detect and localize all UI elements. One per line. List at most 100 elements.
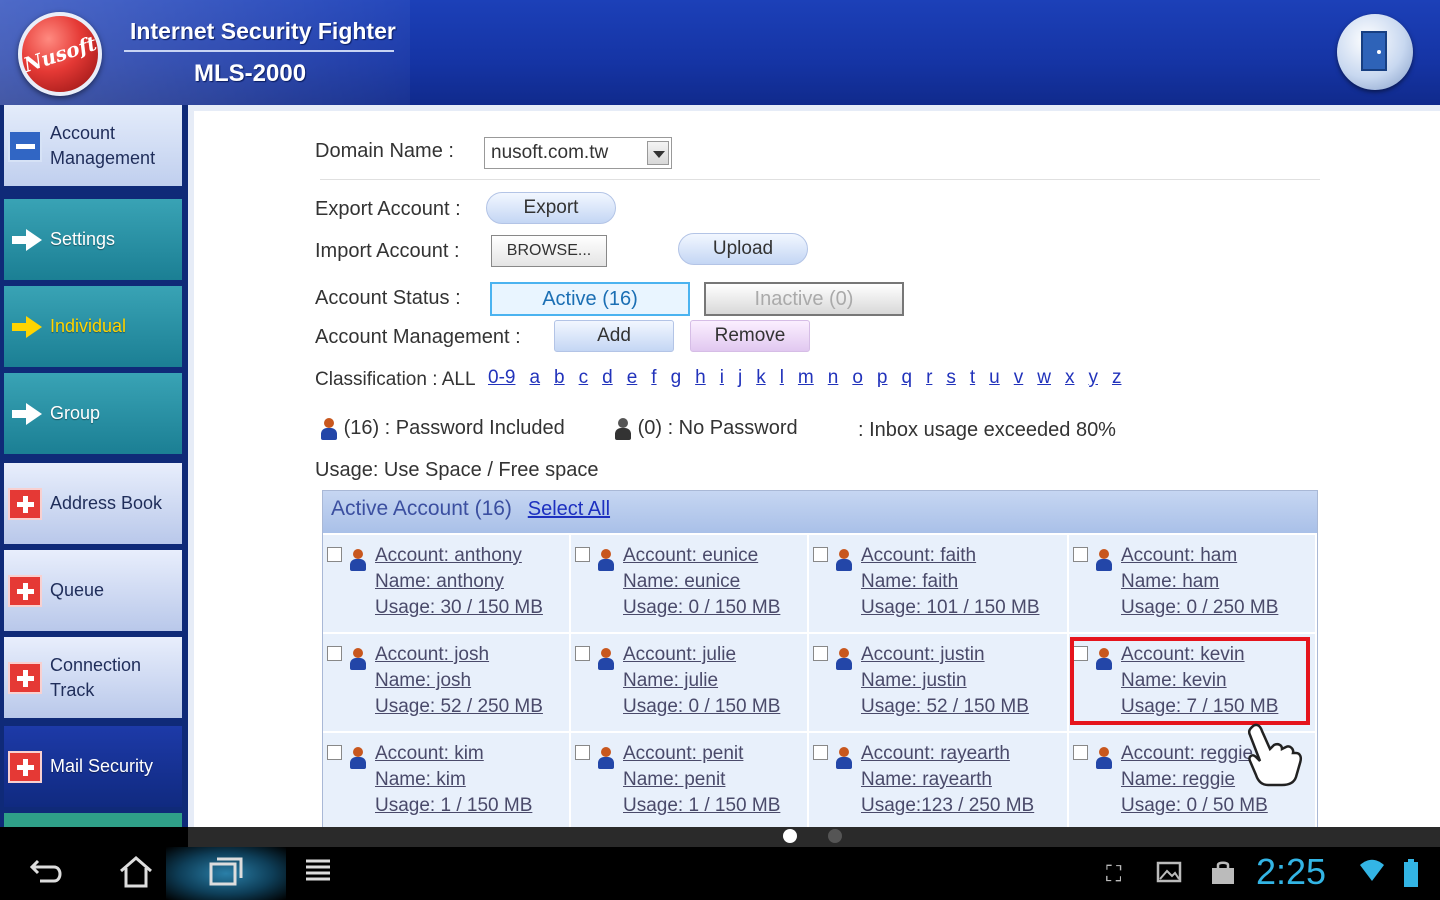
usage-link[interactable]: Usage: 0 / 150 MB bbox=[623, 595, 803, 621]
name-link[interactable]: Name: ham bbox=[1121, 569, 1311, 595]
export-button[interactable]: Export bbox=[486, 192, 616, 224]
usage-link[interactable]: Usage: 0 / 50 MB bbox=[1121, 793, 1311, 819]
letter-link[interactable]: h bbox=[695, 367, 706, 388]
usage-link[interactable]: Usage: 1 / 150 MB bbox=[375, 793, 565, 819]
account-checkbox[interactable] bbox=[813, 745, 828, 760]
usage-link[interactable]: Usage:123 / 250 MB bbox=[861, 793, 1063, 819]
screenshot-icon[interactable]: ⛶ bbox=[1106, 861, 1121, 887]
usage-link[interactable]: Usage: 1 / 150 MB bbox=[623, 793, 803, 819]
letter-link[interactable]: c bbox=[579, 367, 589, 388]
upload-button[interactable]: Upload bbox=[678, 233, 808, 265]
letter-link[interactable]: m bbox=[798, 367, 814, 388]
letter-link[interactable]: g bbox=[671, 367, 682, 388]
sidebar-item-address-book[interactable]: Address Book bbox=[4, 463, 182, 547]
usage-link[interactable]: Usage: 52 / 250 MB bbox=[375, 694, 565, 720]
name-link[interactable]: Name: josh bbox=[375, 668, 565, 694]
account-link[interactable]: Account: julie bbox=[623, 642, 803, 668]
recents-icon[interactable] bbox=[204, 855, 248, 893]
letter-link[interactable]: z bbox=[1112, 367, 1122, 388]
letter-link[interactable]: l bbox=[780, 367, 784, 388]
letter-link[interactable]: n bbox=[828, 367, 839, 388]
home-icon[interactable] bbox=[114, 855, 158, 893]
name-link[interactable]: Name: penit bbox=[623, 767, 803, 793]
letter-link[interactable]: y bbox=[1088, 367, 1098, 388]
account-cell[interactable]: Account: julie Name: julie Usage: 0 / 150 … bbox=[571, 632, 809, 731]
usage-link[interactable]: Usage: 0 / 250 MB bbox=[1121, 595, 1311, 621]
account-cell[interactable]: Account: kim Name: kim Usage: 1 / 150 MB bbox=[323, 731, 571, 827]
account-cell[interactable]: Account: josh Name: josh Usage: 52 / 250 M… bbox=[323, 632, 571, 731]
account-link[interactable]: Account: ham bbox=[1121, 543, 1311, 569]
letter-link[interactable]: a bbox=[529, 367, 540, 388]
account-cell[interactable]: Account: faith Name: faith Usage: 101 / 15… bbox=[809, 533, 1069, 632]
account-checkbox[interactable] bbox=[327, 547, 342, 562]
account-cell[interactable]: Account: eunice Name: eunice Usage: 0 / 15… bbox=[571, 533, 809, 632]
account-link[interactable]: Account: eunice bbox=[623, 543, 803, 569]
sidebar-item-individual[interactable]: Individual bbox=[4, 286, 182, 370]
account-cell[interactable]: Account: anthony Name: anthony Usage: 30 /… bbox=[323, 533, 571, 632]
account-cell[interactable]: Account: rayearth Name: rayearth Usage:123… bbox=[809, 731, 1069, 827]
account-checkbox[interactable] bbox=[575, 547, 590, 562]
name-link[interactable]: Name: eunice bbox=[623, 569, 803, 595]
account-checkbox[interactable] bbox=[813, 646, 828, 661]
account-cell[interactable]: Account: penit Name: penit Usage: 1 / 150 … bbox=[571, 731, 809, 827]
menu-icon[interactable] bbox=[298, 855, 338, 893]
sidebar-item-queue[interactable]: Queue bbox=[4, 550, 182, 634]
account-link[interactable]: Account: justin bbox=[861, 642, 1063, 668]
letter-link[interactable]: 0-9 bbox=[488, 367, 515, 388]
account-link[interactable]: Account: josh bbox=[375, 642, 565, 668]
account-link[interactable]: Account: anthony bbox=[375, 543, 565, 569]
account-checkbox[interactable] bbox=[575, 646, 590, 661]
account-checkbox[interactable] bbox=[1073, 547, 1088, 562]
name-link[interactable]: Name: kim bbox=[375, 767, 565, 793]
back-icon[interactable] bbox=[26, 855, 70, 893]
sidebar-item-group[interactable]: Group bbox=[4, 373, 182, 457]
status-active-button[interactable]: Active (16) bbox=[490, 282, 690, 316]
letter-link[interactable]: e bbox=[627, 367, 638, 388]
letter-link[interactable]: j bbox=[738, 367, 742, 388]
name-link[interactable]: Name: rayearth bbox=[861, 767, 1063, 793]
usage-link[interactable]: Usage: 52 / 150 MB bbox=[861, 694, 1063, 720]
account-link[interactable]: Account: faith bbox=[861, 543, 1063, 569]
account-cell[interactable]: Account: justin Name: justin Usage: 52 / 1… bbox=[809, 632, 1069, 731]
letter-link[interactable]: k bbox=[756, 367, 766, 388]
sidebar-item-connection-track[interactable]: Connection Track bbox=[4, 637, 182, 721]
account-cell[interactable]: Account: ham Name: ham Usage: 0 / 250 MB bbox=[1069, 533, 1317, 632]
page-dot-active[interactable] bbox=[783, 829, 797, 843]
page-dot[interactable] bbox=[828, 829, 842, 843]
usage-link[interactable]: Usage: 30 / 150 MB bbox=[375, 595, 565, 621]
account-link[interactable]: Account: penit bbox=[623, 741, 803, 767]
logout-button[interactable] bbox=[1337, 14, 1413, 90]
letter-link[interactable]: q bbox=[901, 367, 912, 388]
letter-link[interactable]: p bbox=[877, 367, 888, 388]
usage-link[interactable]: Usage: 0 / 150 MB bbox=[623, 694, 803, 720]
letter-link[interactable]: v bbox=[1014, 367, 1024, 388]
select-all-link[interactable]: Select All bbox=[528, 498, 610, 520]
account-checkbox[interactable] bbox=[327, 646, 342, 661]
name-link[interactable]: Name: justin bbox=[861, 668, 1063, 694]
letter-link[interactable]: w bbox=[1037, 367, 1051, 388]
name-link[interactable]: Name: julie bbox=[623, 668, 803, 694]
account-checkbox[interactable] bbox=[1073, 745, 1088, 760]
letter-link[interactable]: r bbox=[926, 367, 932, 388]
sidebar-item-mail-security[interactable]: Mail Security bbox=[4, 726, 182, 810]
letter-link[interactable]: o bbox=[852, 367, 863, 388]
letter-link[interactable]: x bbox=[1065, 367, 1075, 388]
usage-link[interactable]: Usage: 101 / 150 MB bbox=[861, 595, 1063, 621]
letter-link[interactable]: d bbox=[602, 367, 613, 388]
account-link[interactable]: Account: kim bbox=[375, 741, 565, 767]
status-inactive-button[interactable]: Inactive (0) bbox=[704, 282, 904, 316]
browse-button[interactable]: BROWSE... bbox=[491, 235, 607, 267]
letter-link[interactable]: b bbox=[554, 367, 565, 388]
sidebar-item-settings[interactable]: Settings bbox=[4, 199, 182, 283]
sidebar-item-account-management[interactable]: Account Management bbox=[4, 105, 182, 189]
account-checkbox[interactable] bbox=[813, 547, 828, 562]
name-link[interactable]: Name: anthony bbox=[375, 569, 565, 595]
add-button[interactable]: Add bbox=[554, 320, 674, 352]
gallery-icon[interactable] bbox=[1156, 861, 1182, 889]
remove-button[interactable]: Remove bbox=[690, 320, 810, 352]
letter-link[interactable]: i bbox=[720, 367, 724, 388]
letter-link[interactable]: u bbox=[989, 367, 1000, 388]
account-checkbox[interactable] bbox=[575, 745, 590, 760]
account-link[interactable]: Account: rayearth bbox=[861, 741, 1063, 767]
domain-select[interactable]: nusoft.com.tw bbox=[484, 137, 672, 169]
